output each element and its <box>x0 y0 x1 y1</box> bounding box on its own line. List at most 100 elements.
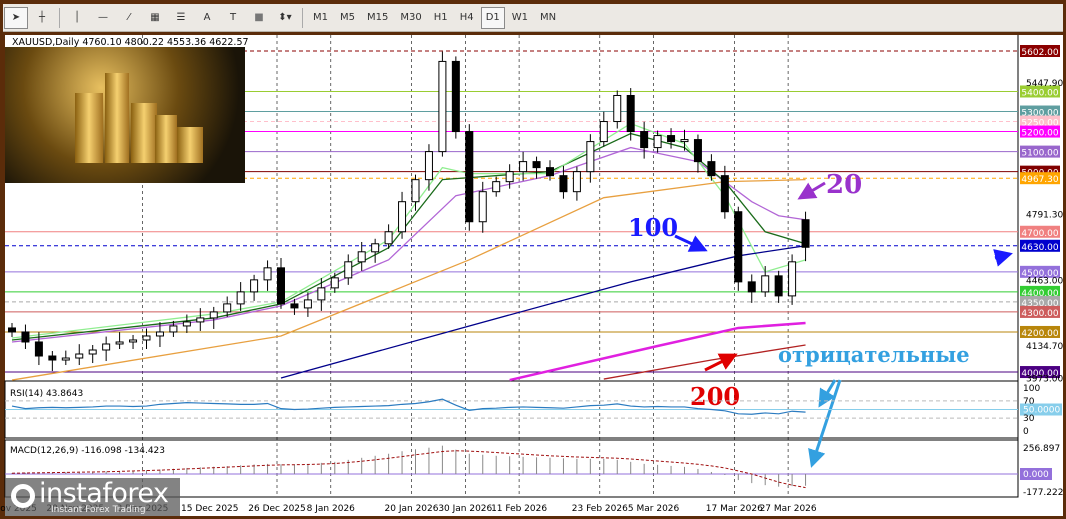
level-label: 5100.00 <box>1021 149 1058 159</box>
candle-body <box>61 357 70 361</box>
annotation-arrow <box>674 234 708 252</box>
candle-body <box>667 135 676 143</box>
candle-body <box>48 355 57 361</box>
candle-body <box>546 167 554 177</box>
candle-body <box>115 341 124 345</box>
candle-body <box>250 279 259 293</box>
candle-body <box>788 261 797 297</box>
x-tick-label: 27 Mar 2026 <box>760 504 817 514</box>
macd-label: MACD(12,26,9) -116.098 -134.423 <box>10 446 165 456</box>
instaforex-logo: instaforex Instant Forex Trading <box>5 478 180 516</box>
annotation-label: 20 <box>826 170 862 200</box>
x-tick-label: 23 Feb 2026 <box>572 504 628 514</box>
y-tick-label: 4791.30 <box>1026 210 1063 220</box>
candle-body <box>761 275 770 293</box>
x-tick-label: 17 Mar 2026 <box>706 504 763 514</box>
gold-bars-image <box>5 47 245 183</box>
candle-body <box>290 303 299 309</box>
candle-body <box>317 287 326 301</box>
candle-body <box>492 181 501 193</box>
candle-body <box>653 135 662 149</box>
x-tick-label: 15 Dec 2025 <box>181 504 239 514</box>
x-tick-label: 11 Feb 2026 <box>491 504 547 514</box>
candle-body <box>438 60 447 153</box>
level-label: 5400.00 <box>1021 88 1058 98</box>
y-tick-label: 4463.00 <box>1026 276 1063 286</box>
candle-body <box>277 267 285 305</box>
candle-body <box>572 171 581 193</box>
y-tick-label: 4134.70 <box>1026 342 1063 352</box>
candle-body <box>586 141 595 173</box>
candle-body <box>223 303 232 313</box>
chart-title: XAUUSD,Daily 4760.10 4800.22 4553.36 462… <box>12 37 249 48</box>
candle-body <box>505 171 514 183</box>
candle-body <box>209 311 218 319</box>
candle-body <box>693 139 702 163</box>
candle-body <box>519 161 528 173</box>
annotation-label: 200 <box>690 382 740 411</box>
candle-body <box>532 161 541 169</box>
y-tick-label: 3973.00 <box>1026 374 1063 384</box>
x-tick-label: 5 Mar 2026 <box>628 504 680 514</box>
candle-body <box>236 291 245 305</box>
candle-body <box>155 331 164 337</box>
annotation-label: отрицательные <box>778 342 970 367</box>
candle-body <box>747 281 756 293</box>
x-tick-label: 8 Jan 2026 <box>307 504 355 514</box>
candle-body <box>34 341 43 357</box>
candle-body <box>734 211 743 283</box>
level-label: 4630.00 <box>1021 243 1058 253</box>
macd-axis-label: 256.897 <box>1023 444 1060 454</box>
y-tick-label: 5447.90 <box>1026 79 1063 89</box>
macd-axis-label: -177.222 <box>1023 488 1063 498</box>
level-label: 4300.00 <box>1021 309 1058 319</box>
candle-body <box>88 349 97 355</box>
candle-body <box>478 191 487 223</box>
x-tick-label: 30 Jan 2026 <box>438 504 492 514</box>
candle-body <box>371 243 380 253</box>
candle-body <box>451 60 460 133</box>
level-label: 5200.00 <box>1021 129 1058 139</box>
candle-body <box>263 267 272 281</box>
annotation-arrow <box>797 181 826 200</box>
rsi-axis-label: 30 <box>1023 414 1035 424</box>
candle-body <box>303 299 312 309</box>
candle-body <box>599 121 608 143</box>
candle-body <box>196 317 205 323</box>
ma-line-ma200 <box>603 344 806 380</box>
rsi-line <box>11 398 806 415</box>
ma-line-ma50 <box>11 179 806 381</box>
candle-body <box>640 131 649 149</box>
candle-body <box>424 151 433 181</box>
candle-body <box>626 94 635 133</box>
x-tick-label: 20 Jan 2026 <box>385 504 439 514</box>
candle-body <box>344 261 353 279</box>
candle-body <box>330 277 339 289</box>
candle-body <box>680 139 689 143</box>
candle-body <box>613 94 622 123</box>
candle-body <box>8 327 16 333</box>
candle-body <box>801 219 810 248</box>
annotation-label: 100 <box>628 213 678 242</box>
candle-body <box>774 275 783 297</box>
candle-body <box>720 175 729 213</box>
candle-body <box>384 231 393 245</box>
rsi-axis-label: 0 <box>1023 427 1029 437</box>
level-label: 4967.30 <box>1021 175 1058 185</box>
candle-body <box>169 325 178 333</box>
candle-body <box>707 161 716 177</box>
candle-body <box>411 179 420 203</box>
annotation-arrow <box>704 353 738 372</box>
candle-body <box>142 335 151 341</box>
rsi-label: RSI(14) 43.8643 <box>10 389 83 399</box>
candle-body <box>75 353 84 359</box>
candle-body <box>182 321 191 327</box>
annotation-arrow <box>993 249 1013 267</box>
candle-body <box>398 201 407 233</box>
x-tick-label: 26 Dec 2025 <box>248 504 306 514</box>
candle-body <box>129 339 138 343</box>
level-label: 4700.00 <box>1021 229 1058 239</box>
level-label: 4200.00 <box>1021 329 1058 339</box>
level-label: 5602.00 <box>1021 48 1058 58</box>
candle-body <box>559 175 568 193</box>
